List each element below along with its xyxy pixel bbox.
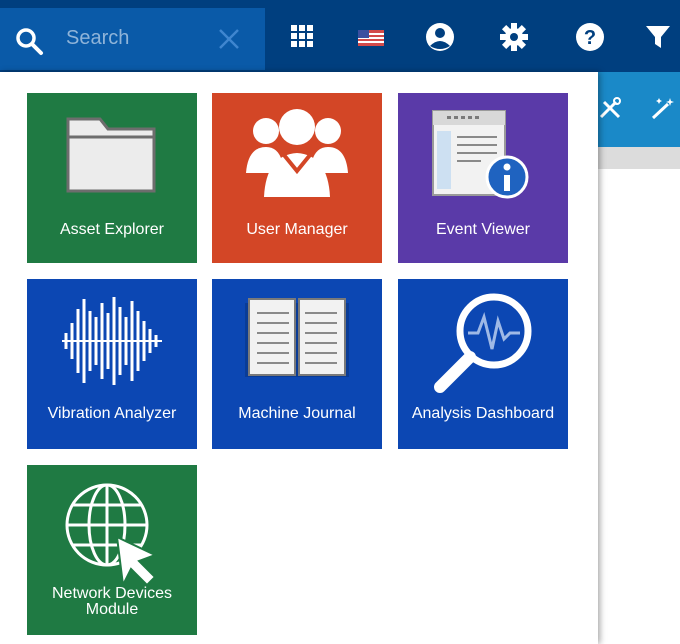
user-account-icon[interactable]	[425, 22, 455, 57]
globe-cursor-icon	[65, 483, 158, 589]
tools-icon[interactable]	[598, 96, 622, 125]
tile-label: Event Viewer	[436, 221, 530, 238]
tile-label: User Manager	[246, 221, 348, 238]
tile-label: Asset Explorer	[59, 221, 165, 238]
tile-event-viewer[interactable]: Event Viewer	[398, 93, 568, 263]
magic-wand-icon[interactable]	[650, 96, 678, 125]
tile-label: Machine Journal	[238, 405, 356, 422]
divider-strip	[598, 147, 680, 169]
users-group-icon	[246, 109, 348, 197]
tile-user-manager[interactable]: User Manager	[212, 93, 382, 263]
tile-machine-journal[interactable]: Machine Journal	[212, 279, 382, 449]
filter-icon[interactable]	[645, 24, 671, 55]
tile-label: Analysis Dashboard	[411, 405, 555, 422]
top-navigation-bar: Search ?	[0, 0, 680, 72]
secondary-toolbar	[598, 72, 680, 147]
waveform-icon	[62, 297, 162, 385]
us-flag-icon[interactable]	[358, 30, 384, 51]
open-book-icon	[245, 298, 349, 377]
tile-label: Network Devices Module	[27, 585, 197, 619]
search-icon[interactable]	[14, 26, 44, 61]
magnifier-wave-icon	[434, 293, 532, 393]
help-icon[interactable]: ?	[575, 22, 605, 57]
tile-network-devices-module[interactable]: Network Devices Module	[27, 465, 197, 635]
tile-label-line2: Module	[85, 601, 139, 618]
tile-label: Vibration Analyzer	[47, 405, 177, 422]
search-input[interactable]: Search	[66, 27, 129, 50]
clear-icon[interactable]	[218, 28, 240, 55]
event-info-icon	[432, 110, 529, 199]
apps-menu-panel: Asset Explorer User Manager Event Viewer…	[0, 72, 598, 644]
search-box[interactable]: Search	[0, 8, 265, 70]
tile-analysis-dashboard[interactable]: Analysis Dashboard	[398, 279, 568, 449]
tile-asset-explorer[interactable]: Asset Explorer	[27, 93, 197, 263]
apps-grid-icon[interactable]	[290, 24, 314, 53]
svg-text:?: ?	[584, 27, 596, 49]
settings-gear-icon[interactable]	[500, 23, 528, 56]
tile-vibration-analyzer[interactable]: Vibration Analyzer	[27, 279, 197, 449]
folder-icon	[66, 117, 156, 193]
